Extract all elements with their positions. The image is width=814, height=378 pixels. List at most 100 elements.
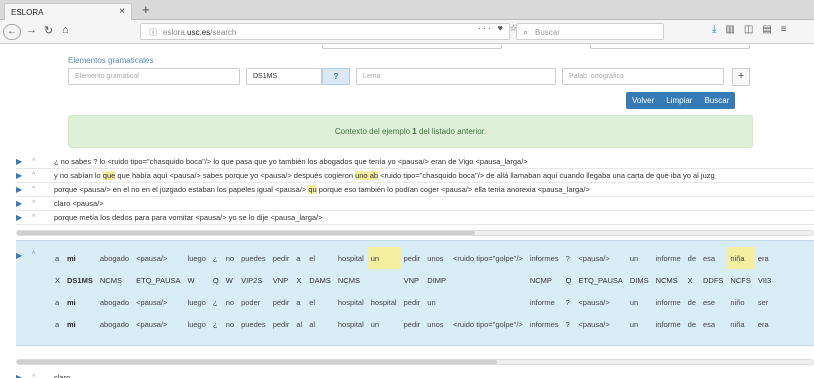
- token-cell[interactable]: pedir: [270, 313, 294, 335]
- tab-close-icon[interactable]: ×: [119, 6, 125, 17]
- token-cell[interactable]: NCMS: [335, 269, 368, 291]
- token-cell[interactable]: [368, 269, 401, 291]
- info-icon[interactable]: ⓘ: [149, 27, 157, 38]
- token-cell[interactable]: un: [368, 313, 401, 335]
- expand-icon[interactable]: ▶: [16, 169, 22, 182]
- token-cell[interactable]: a: [293, 247, 306, 269]
- orthographic-input[interactable]: Palab. ortográfica: [562, 68, 724, 85]
- token-cell[interactable]: el: [306, 291, 335, 313]
- scrollbar[interactable]: [16, 230, 814, 236]
- token-cell[interactable]: pedir: [401, 313, 425, 335]
- token-cell[interactable]: niño: [727, 291, 754, 313]
- token-cell[interactable]: esa: [700, 313, 727, 335]
- token-cell[interactable]: <ruido tipo="golpe"/>: [450, 313, 527, 335]
- token-cell[interactable]: un: [627, 247, 653, 269]
- token-cell[interactable]: NCMS: [653, 269, 685, 291]
- context-row[interactable]: ▶ ^ ¿ no sabes ? lo <ruido tipo="chasquido…: [16, 155, 814, 169]
- reader-icon[interactable]: ▤: [762, 24, 771, 35]
- collapse-icon[interactable]: ^: [32, 183, 35, 196]
- collapse-icon[interactable]: ^: [32, 169, 35, 182]
- token-cell[interactable]: informe: [653, 291, 685, 313]
- collapse-icon[interactable]: ^: [32, 197, 35, 210]
- token-cell[interactable]: NCMS: [97, 269, 133, 291]
- expand-icon[interactable]: ▶: [16, 183, 22, 196]
- token-cell[interactable]: abogado: [97, 313, 133, 335]
- token-cell[interactable]: unos: [424, 247, 450, 269]
- context-row[interactable]: ▶ ^ claro: [16, 371, 814, 378]
- token-cell[interactable]: <pausa/>: [133, 291, 184, 313]
- token-cell[interactable]: a: [293, 291, 306, 313]
- tag-input[interactable]: DS1MS: [246, 68, 322, 85]
- token-cell[interactable]: hospital: [368, 291, 401, 313]
- token-cell[interactable]: a: [52, 291, 64, 313]
- expand-icon[interactable]: ▶: [16, 211, 22, 224]
- token-cell[interactable]: ese: [700, 291, 727, 313]
- home-icon[interactable]: ⌂: [62, 24, 69, 36]
- token-cell[interactable]: luego: [185, 291, 210, 313]
- sidebar-icon[interactable]: ◫: [744, 24, 753, 35]
- add-button[interactable]: +: [732, 68, 750, 86]
- token-cell[interactable]: <pausa/>: [575, 291, 626, 313]
- context-row[interactable]: ▶ ^ claro <pausa/>: [16, 197, 814, 211]
- token-cell[interactable]: DS1MS: [64, 269, 97, 291]
- expand-icon[interactable]: ▶: [16, 371, 22, 378]
- token-cell[interactable]: a: [52, 313, 64, 335]
- collapse-icon[interactable]: ^: [32, 211, 35, 224]
- token-cell[interactable]: informes: [527, 247, 563, 269]
- token-cell[interactable]: informe: [527, 291, 563, 313]
- hidden-select[interactable]: [590, 45, 750, 49]
- collapse-icon[interactable]: ^: [32, 155, 35, 168]
- token-cell[interactable]: no: [223, 313, 238, 335]
- token-cell[interactable]: de: [685, 313, 700, 335]
- token-cell[interactable]: un: [627, 291, 653, 313]
- token-cell[interactable]: W: [185, 269, 210, 291]
- browser-tab[interactable]: ESLORA ×: [4, 3, 132, 20]
- context-row[interactable]: ▶ ^ y no sabían lo que que había aquí <pau…: [16, 169, 814, 183]
- token-cell[interactable]: poder: [238, 291, 270, 313]
- token-cell[interactable]: <pausa/>: [575, 247, 626, 269]
- token-cell[interactable]: DIMP: [424, 269, 450, 291]
- scrollbar[interactable]: [16, 359, 814, 365]
- token-cell[interactable]: W: [223, 269, 238, 291]
- token-cell[interactable]: mi: [64, 247, 97, 269]
- token-cell[interactable]: <pausa/>: [133, 247, 184, 269]
- expand-icon[interactable]: ▶: [16, 251, 22, 260]
- download-icon[interactable]: ⤓: [712, 24, 716, 35]
- token-cell[interactable]: informes: [527, 313, 563, 335]
- token-cell[interactable]: hospital: [335, 291, 368, 313]
- clear-button[interactable]: Limpiar: [660, 92, 698, 109]
- token-cell[interactable]: a: [52, 247, 64, 269]
- token-cell[interactable]: <pausa/>: [133, 313, 184, 335]
- expand-icon[interactable]: ▶: [16, 155, 22, 168]
- token-cell[interactable]: puedes: [238, 313, 270, 335]
- token-cell[interactable]: abogado: [97, 247, 133, 269]
- token-cell[interactable]: X: [293, 269, 306, 291]
- token-cell[interactable]: un: [424, 291, 450, 313]
- forward-icon[interactable]: →: [26, 24, 37, 36]
- token-cell[interactable]: ?: [563, 247, 576, 269]
- search-bar[interactable]: ⌕ Buscar: [516, 23, 664, 40]
- token-cell[interactable]: hospital: [335, 247, 368, 269]
- token-cell[interactable]: pedir: [270, 247, 294, 269]
- token-cell[interactable]: ¿: [210, 313, 223, 335]
- token-cell[interactable]: VIP2S: [238, 269, 270, 291]
- token-cell[interactable]: VII3: [755, 269, 775, 291]
- menu-icon[interactable]: ≡: [781, 24, 787, 35]
- token-cell[interactable]: esa: [700, 247, 727, 269]
- token-cell[interactable]: pedir: [401, 247, 425, 269]
- collapse-icon[interactable]: ^: [32, 251, 35, 258]
- token-cell[interactable]: mi: [64, 313, 97, 335]
- new-tab-icon[interactable]: +: [142, 2, 150, 17]
- token-cell[interactable]: ETQ_PAUSA: [575, 269, 626, 291]
- reload-icon[interactable]: ↻: [44, 24, 53, 37]
- token-cell[interactable]: niña: [727, 247, 755, 269]
- token-cell[interactable]: un: [367, 247, 401, 269]
- token-cell[interactable]: mi: [64, 291, 97, 313]
- token-cell[interactable]: [450, 291, 527, 313]
- grammatical-element-input[interactable]: Elemento gramatical: [68, 68, 240, 85]
- token-cell[interactable]: puedes: [238, 247, 270, 269]
- url-bar[interactable]: ⓘ eslora.usc.es/search: [140, 23, 510, 40]
- token-cell[interactable]: <ruido tipo="golpe"/>: [450, 247, 527, 269]
- expand-icon[interactable]: ▶: [16, 197, 22, 210]
- scrollbar-thumb[interactable]: [17, 231, 475, 235]
